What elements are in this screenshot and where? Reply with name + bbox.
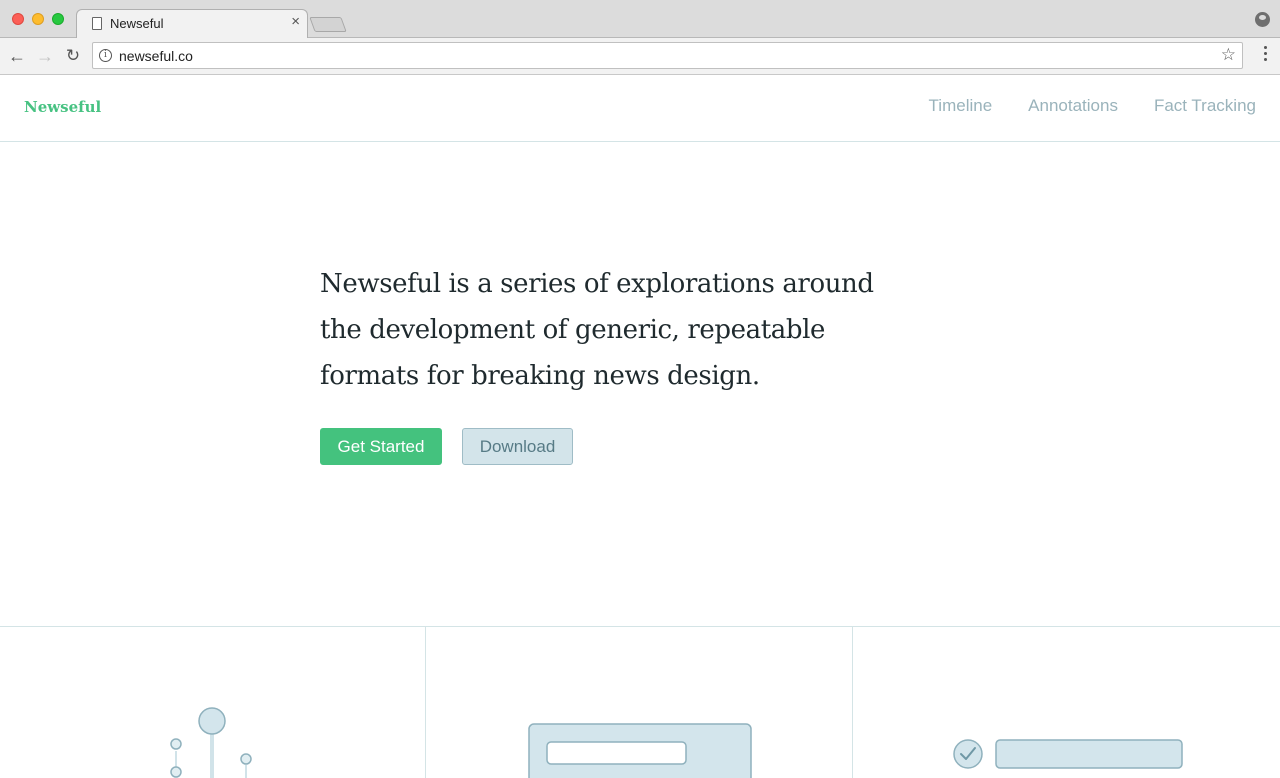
download-button[interactable]: Download bbox=[462, 428, 573, 465]
close-window-button[interactable] bbox=[12, 13, 24, 25]
get-started-button[interactable]: Get Started bbox=[320, 428, 442, 465]
page-icon bbox=[92, 17, 102, 30]
browser-toolbar: ← → ↻ i newseful.co ☆ bbox=[0, 38, 1280, 75]
address-bar[interactable]: i newseful.co ☆ bbox=[92, 42, 1243, 69]
hero-description: Newseful is a series of explorations aro… bbox=[320, 269, 874, 391]
nav-link-fact-tracking[interactable]: Fact Tracking bbox=[1154, 96, 1256, 116]
fact-tracking-illustration bbox=[953, 739, 1183, 769]
reload-icon[interactable]: ↻ bbox=[62, 45, 84, 67]
minimize-window-button[interactable] bbox=[32, 13, 44, 25]
tab-strip: Newseful × bbox=[0, 0, 1280, 39]
feature-annotations[interactable] bbox=[426, 627, 853, 778]
forward-icon[interactable]: → bbox=[34, 45, 56, 67]
site-nav: Timeline Annotations Fact Tracking bbox=[929, 96, 1256, 116]
timeline-illustration bbox=[170, 707, 252, 778]
url-text[interactable]: newseful.co bbox=[119, 48, 193, 64]
hero-section: Newseful is a series of explorations aro… bbox=[0, 142, 1280, 626]
nav-link-timeline[interactable]: Timeline bbox=[929, 96, 993, 116]
close-icon[interactable]: × bbox=[291, 14, 300, 30]
maximize-window-button[interactable] bbox=[52, 13, 64, 25]
brand-logo[interactable]: Newseful bbox=[24, 98, 101, 116]
back-icon[interactable]: ← bbox=[6, 45, 28, 67]
annotation-illustration bbox=[528, 723, 752, 778]
menu-icon[interactable] bbox=[1264, 46, 1268, 64]
site-header: Newseful Timeline Annotations Fact Track… bbox=[0, 75, 1280, 142]
profile-icon[interactable] bbox=[1255, 12, 1270, 27]
browser-chrome: Newseful × ← → ↻ i newseful.co ☆ bbox=[0, 0, 1280, 75]
feature-timeline[interactable] bbox=[0, 627, 426, 778]
features-strip bbox=[0, 626, 1280, 778]
star-icon[interactable]: ☆ bbox=[1221, 45, 1236, 65]
browser-tab-content: Newseful × bbox=[88, 9, 304, 38]
feature-fact-tracking[interactable] bbox=[853, 627, 1280, 778]
info-icon[interactable]: i bbox=[99, 49, 112, 62]
tab-title: Newseful bbox=[110, 16, 164, 31]
nav-link-annotations[interactable]: Annotations bbox=[1028, 96, 1118, 116]
new-tab-button[interactable] bbox=[309, 17, 347, 32]
